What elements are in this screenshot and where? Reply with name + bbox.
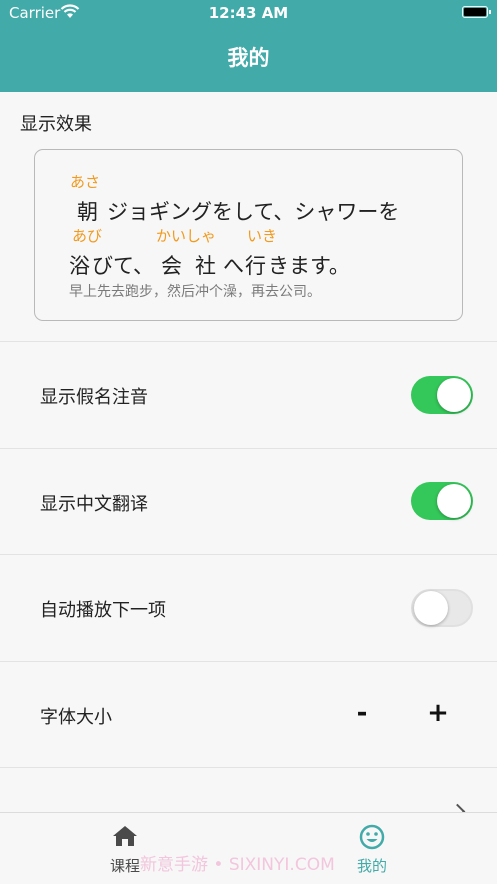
home-icon <box>113 826 137 846</box>
font-increase-button[interactable]: + <box>420 698 456 728</box>
ruby-iki: いき <box>247 227 278 245</box>
font-size-label: 字体大小 <box>40 707 112 728</box>
jp-line1-rest: ジョギングをして、シャワーを <box>107 200 400 224</box>
ruby-abi: あび <box>72 227 103 245</box>
autoplay-label: 自动播放下一项 <box>40 600 166 621</box>
furigana-toggle[interactable] <box>411 376 473 414</box>
jp-line2-end: きます。 <box>268 254 350 278</box>
jp-he: へ <box>223 254 244 278</box>
autoplay-toggle[interactable] <box>411 589 473 627</box>
preview-card: あさ 朝 ジョギングをして、シャワーを あび かいしゃ いき 浴 びて、 会 社… <box>34 149 463 321</box>
furigana-label: 显示假名注音 <box>40 387 148 408</box>
jp-kanji-iki: 行 <box>245 254 266 278</box>
translation-text: 早上先去跑步，然后冲个澡，再去公司。 <box>69 284 321 300</box>
preview-section-label: 显示效果 <box>20 114 92 135</box>
battery-cap <box>489 10 491 14</box>
page-title: 我的 <box>227 46 270 70</box>
translation-toggle[interactable] <box>411 482 473 520</box>
toggle-knob <box>437 378 471 412</box>
battery-icon <box>462 6 488 18</box>
divider <box>0 341 497 342</box>
divider <box>0 661 497 662</box>
translation-label: 显示中文翻译 <box>40 494 148 515</box>
toggle-knob <box>437 484 471 518</box>
font-decrease-button[interactable]: - <box>344 698 380 728</box>
divider <box>0 767 497 768</box>
jp-kanji-abi: 浴 <box>69 254 90 278</box>
jp-kanji-sha: 社 <box>195 254 216 278</box>
status-bar: Carrier 12:43 AM <box>0 0 497 26</box>
divider <box>0 448 497 449</box>
jp-kanji-kai: 会 <box>161 254 182 278</box>
ruby-kaisha: かいしゃ <box>156 227 217 245</box>
nav-bar: 我的 <box>0 26 497 92</box>
jp-line2-a: びて、 <box>92 254 154 278</box>
divider <box>0 554 497 555</box>
smiley-icon <box>359 824 385 850</box>
toggle-knob <box>414 591 448 625</box>
jp-kanji-asa: 朝 <box>77 200 98 224</box>
watermark: 新意手游 • SIXINYI.COM <box>140 855 335 875</box>
ruby-asa: あさ <box>70 173 101 191</box>
clock: 12:43 AM <box>208 4 289 22</box>
